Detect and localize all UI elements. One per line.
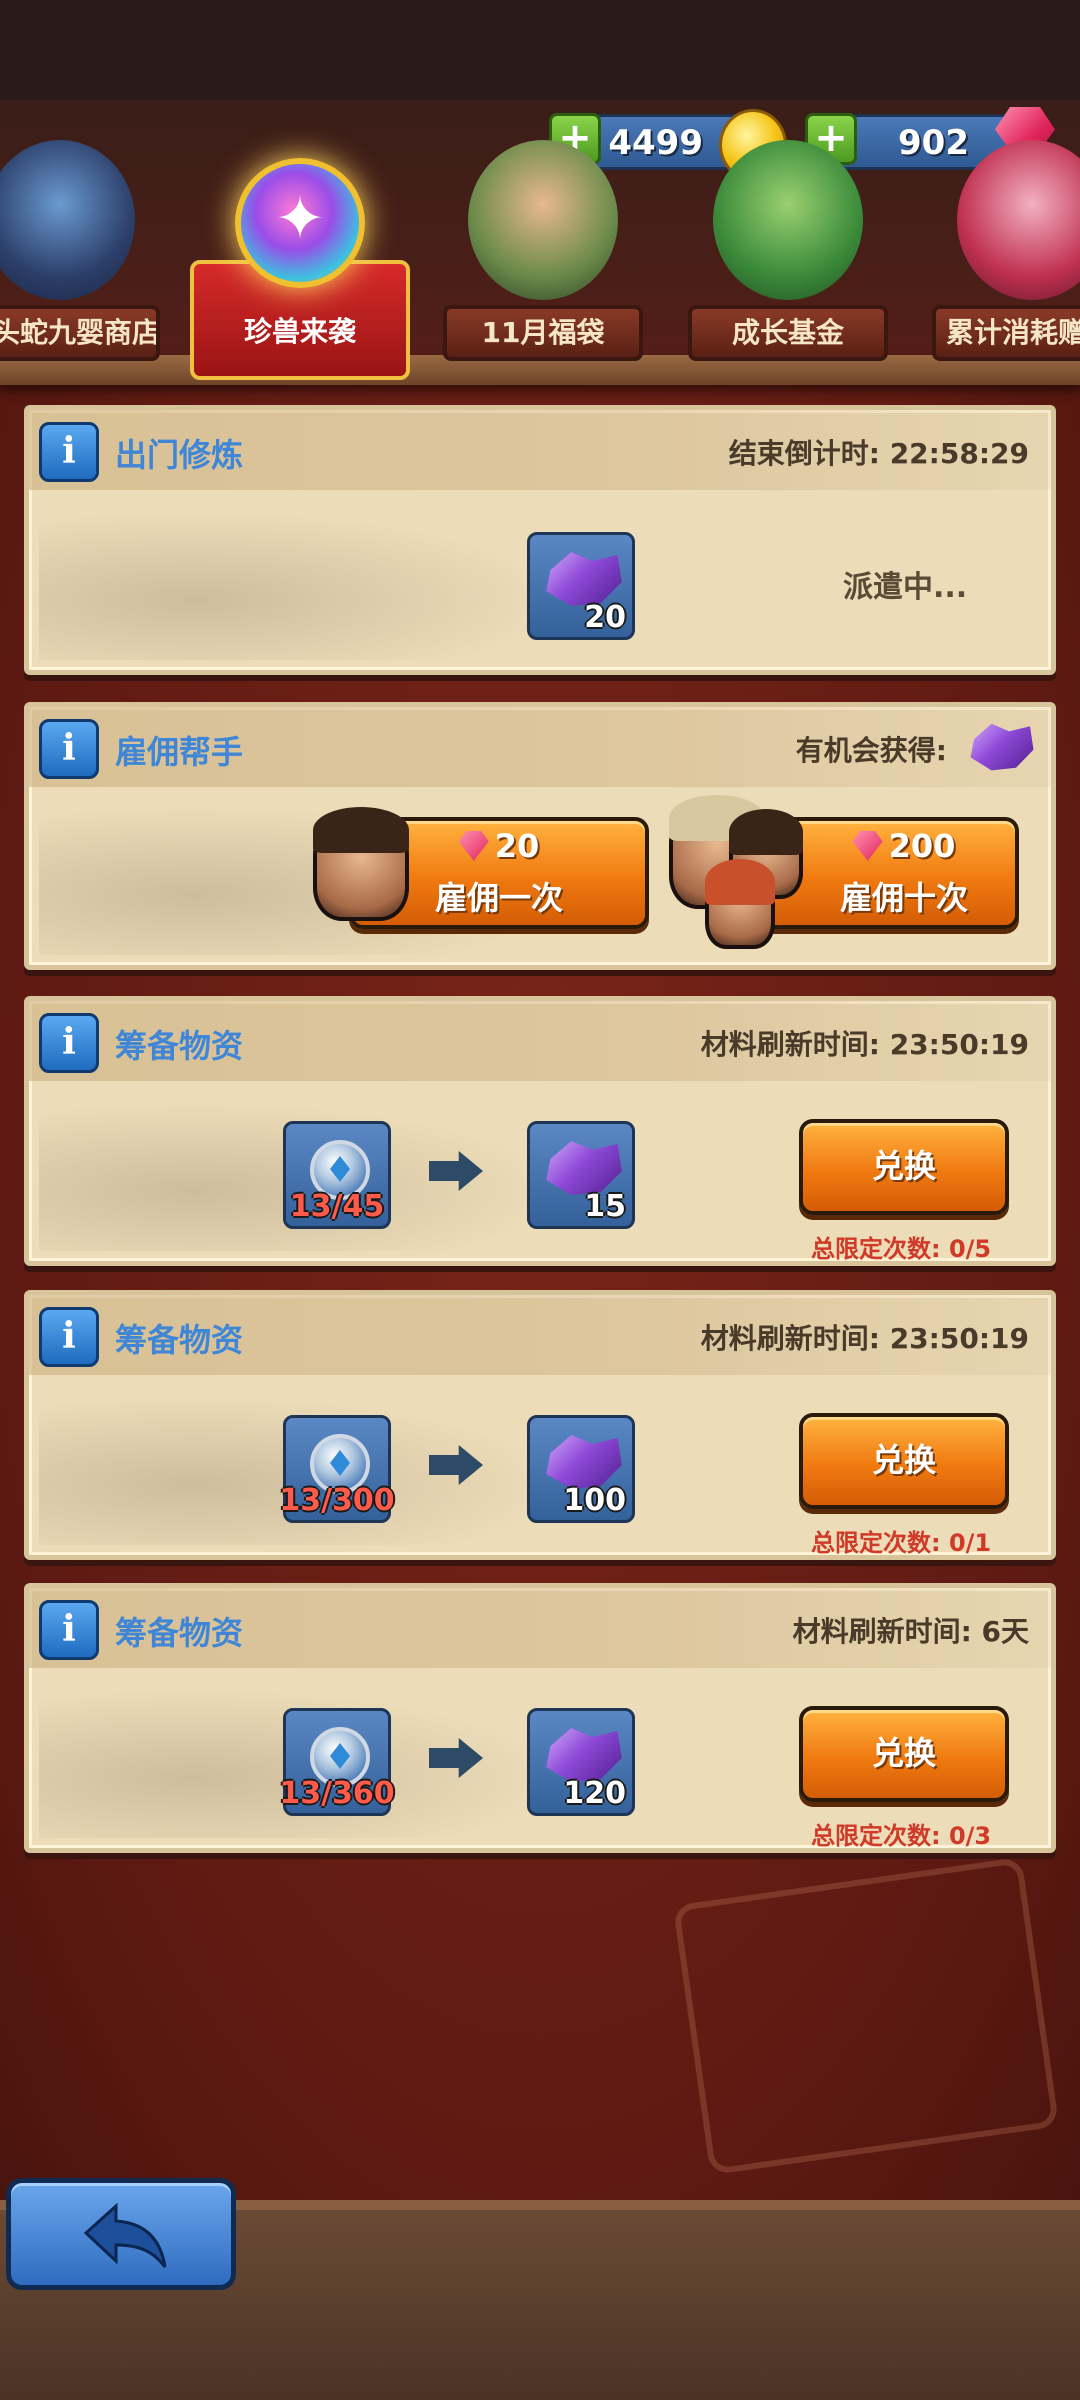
reward-item[interactable]: 20 xyxy=(527,532,635,640)
hero-hair xyxy=(313,807,409,853)
exchange-limit: 总限定次数: 0/1 xyxy=(811,1529,992,1557)
panel-title: 出门修炼 xyxy=(115,436,244,474)
reward-item[interactable]: 100 xyxy=(527,1415,635,1523)
hero-hair xyxy=(729,809,803,855)
tab-growth-fund[interactable]: 成长基金 xyxy=(688,140,888,370)
gem-icon xyxy=(458,831,489,861)
orb-core xyxy=(330,1156,350,1182)
exchange-panel-1: i 筹备物资 材料刷新时间: 23:50:19 13/45 15 兑换 总限定次… xyxy=(24,996,1056,1266)
orb-core xyxy=(330,1743,350,1769)
panel-illustration xyxy=(39,510,559,660)
back-button[interactable] xyxy=(6,2178,236,2290)
hydra-icon xyxy=(0,140,135,300)
refresh-time: 材料刷新时间: 23:50:19 xyxy=(700,1028,1029,1061)
exchange-panel-3: i 筹备物资 材料刷新时间: 6天 13/360 120 兑换 总限定次数: 0… xyxy=(24,1583,1056,1853)
panel-title: 筹备物资 xyxy=(115,1027,244,1065)
item-quantity: 15 xyxy=(584,1189,626,1224)
refresh-time: 材料刷新时间: 6天 xyxy=(792,1615,1029,1648)
map-watermark xyxy=(672,1856,1060,2176)
item-quantity: 100 xyxy=(563,1483,626,1518)
dispatch-panel: i 出门修炼 结束倒计时: 22:58:29 20 派遣中... xyxy=(24,405,1056,675)
item-quantity: 20 xyxy=(584,600,626,635)
panel-title: 筹备物资 xyxy=(115,1614,244,1652)
exchange-button[interactable]: 兑换 xyxy=(799,1413,1009,1509)
tab-hydra-shop[interactable]: 九头蛇九婴商店 xyxy=(0,140,160,370)
star-orb-icon: ✦ xyxy=(235,158,365,288)
countdown-text: 结束倒计时: 22:58:29 xyxy=(728,437,1029,470)
info-icon[interactable]: i xyxy=(39,719,99,779)
chance-text: 有机会获得: xyxy=(795,734,947,767)
exchange-button[interactable]: 兑换 xyxy=(799,1119,1009,1215)
panel-title: 筹备物资 xyxy=(115,1321,244,1359)
dispatch-status: 派遣中... xyxy=(843,570,968,605)
tab-label: 珍兽来袭 xyxy=(243,315,356,348)
orb-core xyxy=(330,1450,350,1476)
tab-label: 11月福袋 xyxy=(443,305,643,361)
material-progress: 13/360 xyxy=(279,1776,395,1811)
exchange-panel-2: i 筹备物资 材料刷新时间: 23:50:19 13/300 100 兑换 总限… xyxy=(24,1290,1056,1560)
exchange-limit: 总限定次数: 0/3 xyxy=(811,1822,992,1850)
item-quantity: 120 xyxy=(563,1776,626,1811)
hire-ten-cost-value: 200 xyxy=(888,827,956,865)
reward-item[interactable]: 120 xyxy=(527,1708,635,1816)
gift-box-icon xyxy=(957,140,1080,300)
back-arrow-icon xyxy=(83,2202,167,2268)
gem-icon xyxy=(852,831,883,861)
top-bar xyxy=(0,0,1080,100)
tab-cumulative-spend[interactable]: 累计消耗赠送 xyxy=(932,140,1080,370)
info-icon[interactable]: i xyxy=(39,1307,99,1367)
reward-item[interactable]: 15 xyxy=(527,1121,635,1229)
hero-face-icon xyxy=(313,807,409,921)
material-item[interactable]: 13/300 xyxy=(279,1415,395,1523)
hire-once-cost-value: 20 xyxy=(494,827,540,865)
heroine-face-icon xyxy=(705,859,775,949)
refresh-time: 材料刷新时间: 23:50:19 xyxy=(700,1322,1029,1355)
tab-rare-beast[interactable]: ✦ 珍兽来袭 xyxy=(190,140,410,380)
panel-title: 雇佣帮手 xyxy=(115,733,244,771)
info-icon[interactable]: i xyxy=(39,1013,99,1073)
exchange-button[interactable]: 兑换 xyxy=(799,1706,1009,1802)
tab-label: 累计消耗赠送 xyxy=(932,305,1080,361)
material-item[interactable]: 13/360 xyxy=(279,1708,395,1816)
material-progress: 13/45 xyxy=(289,1189,385,1224)
material-item[interactable]: 13/45 xyxy=(283,1121,391,1229)
exchange-limit: 总限定次数: 0/5 xyxy=(811,1235,992,1263)
tab-label: 成长基金 xyxy=(688,305,888,361)
heroine-hair xyxy=(705,859,775,905)
hire-panel: i 雇佣帮手 有机会获得: 20 雇佣一次 200 雇佣十次 xyxy=(24,702,1056,970)
tab-label: 九头蛇九婴商店 xyxy=(0,305,160,361)
info-icon[interactable]: i xyxy=(39,1600,99,1660)
hero-portrait-icon xyxy=(468,140,618,300)
info-icon[interactable]: i xyxy=(39,422,99,482)
material-progress: 13/300 xyxy=(279,1483,395,1518)
tab-november-bag[interactable]: 11月福袋 xyxy=(443,140,643,370)
money-bag-icon xyxy=(713,140,863,300)
